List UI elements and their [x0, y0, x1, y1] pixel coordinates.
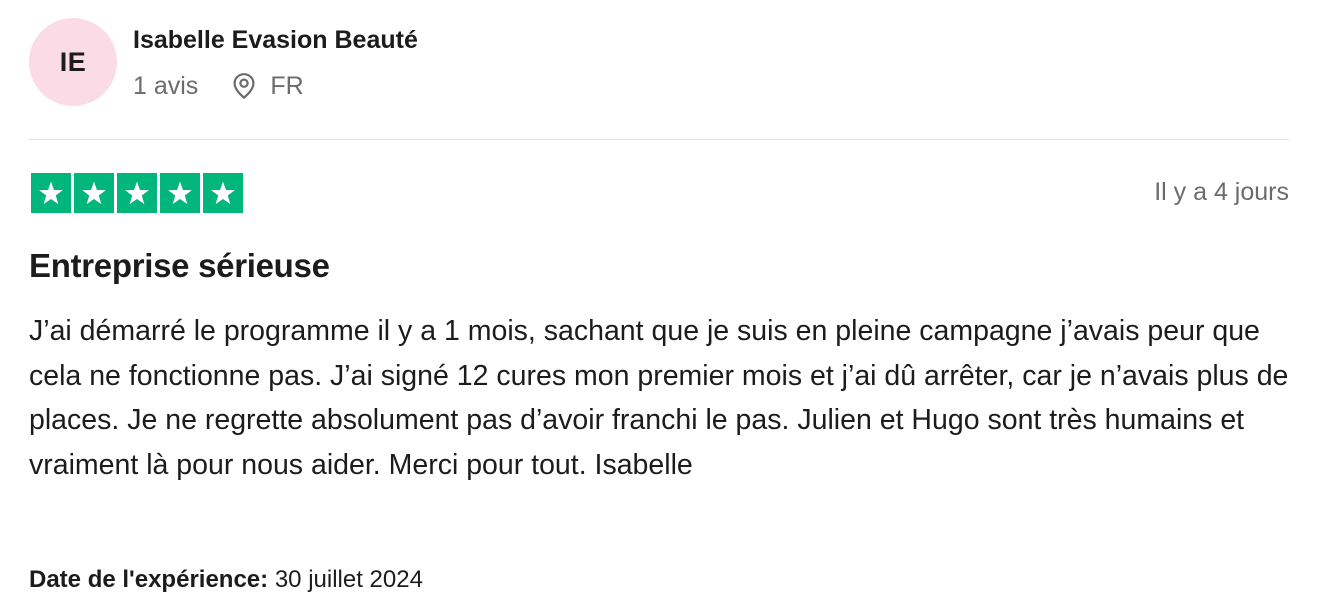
- reviewer-meta: 1 avis FR: [133, 70, 304, 102]
- avatar[interactable]: IE: [29, 18, 117, 106]
- reviewer-name[interactable]: Isabelle Evasion Beauté: [133, 26, 418, 55]
- star-icon: [74, 173, 114, 213]
- star-icon: [203, 173, 243, 213]
- experience-date-label: Date de l'expérience:: [29, 566, 269, 593]
- reviewer-country: FR: [270, 71, 304, 100]
- experience-date: Date de l'expérience: 30 juillet 2024: [29, 566, 423, 594]
- map-pin-icon: [232, 72, 256, 100]
- review-date: Il y a 4 jours: [1154, 178, 1289, 206]
- experience-date-value: 30 juillet 2024: [274, 566, 423, 593]
- reviewer-info: IE Isabelle Evasion Beauté 1 avis FR: [29, 18, 1289, 108]
- review-card: IE Isabelle Evasion Beauté 1 avis FR Il …: [29, 0, 1289, 616]
- avatar-initials: IE: [59, 46, 87, 77]
- review-text: J’ai démarré le programme il y a 1 mois,…: [29, 315, 1289, 481]
- star-icon: [160, 173, 200, 213]
- review-count: 1 avis: [133, 71, 199, 100]
- divider: [29, 139, 1289, 140]
- star-icon: [117, 173, 157, 213]
- review-title[interactable]: Entreprise sérieuse: [29, 247, 330, 285]
- star-rating: [31, 173, 243, 213]
- star-icon: [31, 173, 71, 213]
